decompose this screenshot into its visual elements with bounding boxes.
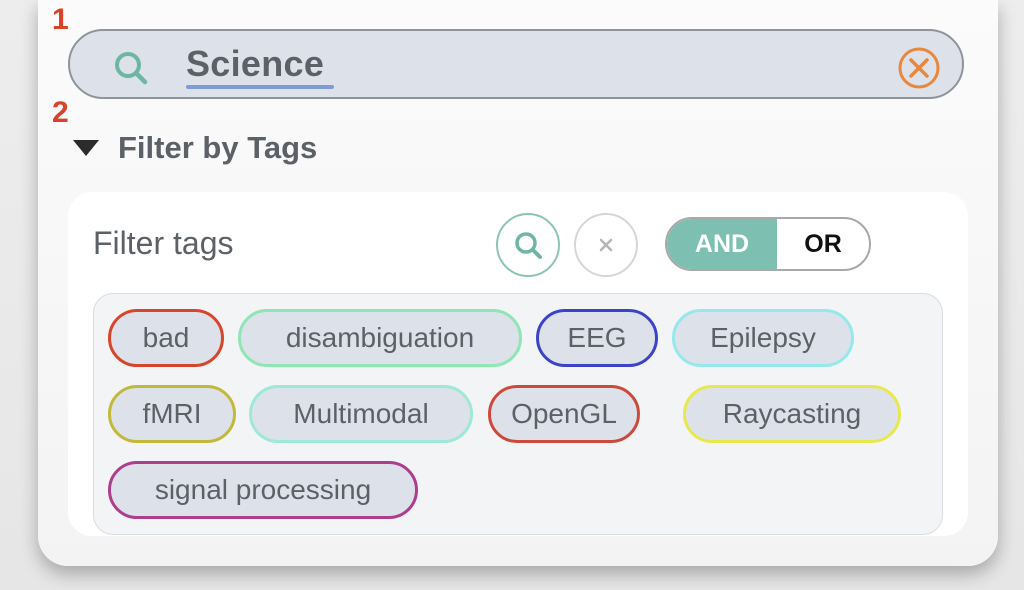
search-text-underline	[186, 85, 334, 89]
tag-chip[interactable]: bad	[108, 309, 224, 367]
tag-chip[interactable]: fMRI	[108, 385, 236, 443]
search-input[interactable]: Science	[186, 43, 324, 85]
tag-chip[interactable]: EEG	[536, 309, 658, 367]
clear-search-icon[interactable]	[896, 45, 942, 91]
tag-chip[interactable]: signal processing	[108, 461, 418, 519]
annotation-marker-1: 1	[52, 3, 69, 36]
tag-clear-button[interactable]	[574, 213, 638, 277]
filter-tags-label: Filter tags	[93, 225, 234, 261]
tag-chip[interactable]: Multimodal	[249, 385, 473, 443]
tag-chip[interactable]: Raycasting	[683, 385, 901, 443]
toggle-and-option[interactable]: AND	[667, 219, 777, 269]
search-bar[interactable]: Science	[68, 29, 964, 99]
annotation-marker-2: 2	[52, 96, 69, 129]
filter-by-tags-title: Filter by Tags	[118, 130, 318, 165]
tag-chip[interactable]: OpenGL	[488, 385, 640, 443]
caret-down-icon	[73, 140, 99, 156]
search-icon	[115, 52, 148, 85]
tag-search-button[interactable]	[496, 213, 560, 277]
and-or-toggle[interactable]: AND OR	[665, 217, 871, 271]
tag-chip[interactable]: Epilepsy	[672, 309, 854, 367]
toggle-or-option[interactable]: OR	[777, 219, 869, 269]
close-icon	[599, 238, 613, 252]
tag-chip[interactable]: disambiguation	[238, 309, 522, 367]
search-icon	[515, 232, 542, 259]
